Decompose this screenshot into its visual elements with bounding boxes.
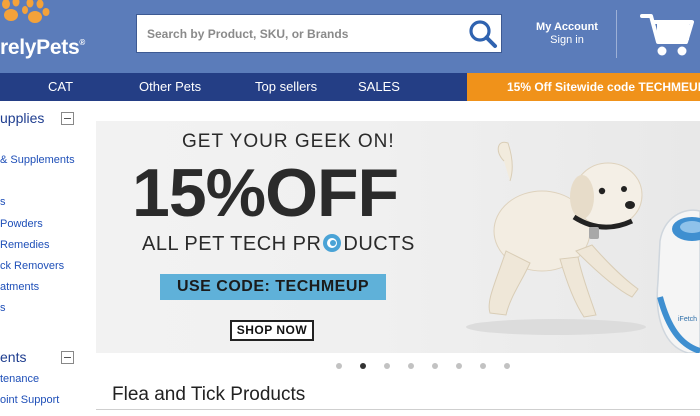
banner-subtitle-part: ALL PET TECH PR	[142, 233, 322, 255]
carousel-dot[interactable]	[432, 363, 438, 369]
carousel-dot[interactable]	[336, 363, 342, 369]
shop-now-button[interactable]: SHOP NOW	[230, 320, 314, 341]
sidebar-link[interactable]: s	[0, 302, 6, 314]
carousel-dot[interactable]	[480, 363, 486, 369]
carousel-dot[interactable]	[504, 363, 510, 369]
registered-mark: ®	[79, 38, 85, 47]
hero-banner[interactable]: GET YOUR GEEK ON! 15%OFF ALL PET TECH PR…	[96, 121, 700, 353]
sidebar-link[interactable]: tenance	[0, 373, 39, 385]
site-header: relyPets® My Account Sign in	[0, 0, 700, 73]
sidebar-heading-supplies[interactable]: upplies	[0, 110, 44, 126]
dog-photo: iFetch	[466, 141, 700, 353]
logo-text: relyPets	[0, 36, 80, 59]
carousel-dots	[336, 363, 516, 371]
search-icon[interactable]	[467, 18, 499, 50]
collapse-toggle[interactable]	[61, 351, 74, 364]
banner-tagline: GET YOUR GEEK ON!	[182, 131, 395, 152]
sidebar-link[interactable]: atments	[0, 281, 39, 293]
main-nav: CAT Other Pets Top sellers SALES 15% Off…	[0, 73, 700, 101]
site-logo[interactable]: relyPets®	[0, 36, 85, 60]
carousel-dot[interactable]	[408, 363, 414, 369]
account-title: My Account	[536, 21, 598, 33]
nav-item-cat[interactable]: CAT	[48, 73, 73, 101]
search-box	[136, 14, 502, 53]
sign-in-link[interactable]: Sign in	[528, 34, 606, 47]
promo-code: USE CODE: TECHMEUP	[160, 274, 386, 300]
cart-icon[interactable]	[640, 10, 694, 58]
sidebar-link[interactable]: ck Removers	[0, 260, 64, 272]
sidebar-link[interactable]: Remedies	[0, 239, 50, 251]
collapse-toggle[interactable]	[61, 112, 74, 125]
nav-item-other-pets[interactable]: Other Pets	[139, 73, 201, 101]
nav-item-top-sellers[interactable]: Top sellers	[255, 73, 317, 101]
sidebar-link[interactable]: oint Support	[0, 394, 59, 406]
section-title: Flea and Tick Products	[112, 384, 306, 405]
promo-banner[interactable]: 15% Off Sitewide code TECHMEUP	[467, 73, 700, 101]
search-input[interactable]	[137, 15, 457, 52]
sidebar: upplies & Supplements s Powders Remedies…	[0, 101, 86, 416]
banner-subtitle-part: DUCTS	[343, 233, 415, 255]
carousel-dot[interactable]	[456, 363, 462, 369]
carousel-dot[interactable]	[360, 363, 366, 369]
device-label: iFetch	[678, 316, 697, 323]
header-divider	[616, 10, 617, 58]
nav-item-sales[interactable]: SALES	[358, 73, 400, 101]
my-account-link[interactable]: My Account Sign in	[528, 21, 606, 47]
banner-subtitle: ALL PET TECH PR DUCTS	[142, 233, 415, 256]
sidebar-link[interactable]: s	[0, 196, 6, 208]
ifetch-ball-icon	[323, 234, 342, 252]
sidebar-link[interactable]: Powders	[0, 218, 43, 230]
paw-icon[interactable]	[0, 0, 52, 30]
sidebar-heading-treatments[interactable]: ents	[0, 349, 26, 365]
carousel-dot[interactable]	[384, 363, 390, 369]
banner-discount: 15%OFF	[132, 155, 399, 231]
sidebar-link[interactable]: & Supplements	[0, 154, 75, 166]
section-divider	[96, 409, 700, 410]
